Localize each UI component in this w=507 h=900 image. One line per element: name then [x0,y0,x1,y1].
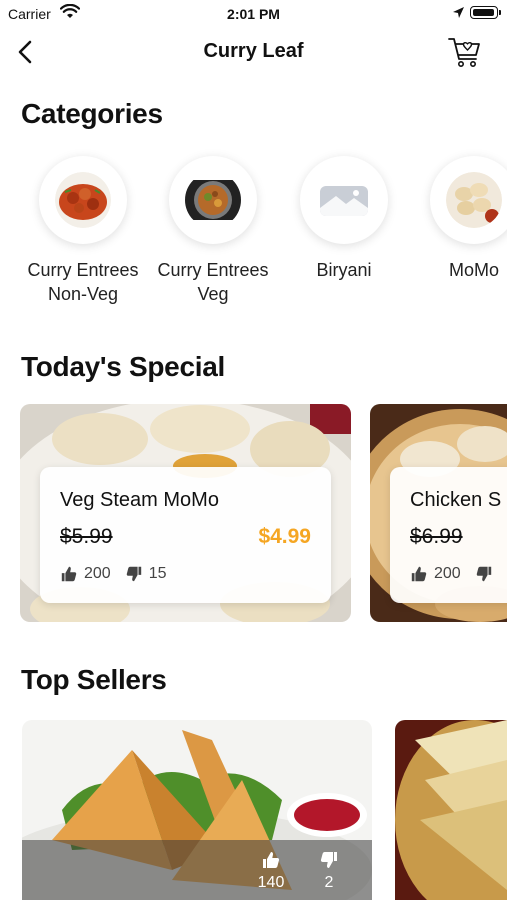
thumbs-down-icon[interactable] [475,565,493,583]
likes-count: 200 [84,565,111,582]
paratha-photo [395,720,507,900]
category-label: Biryani [316,260,372,280]
page-title: Curry Leaf [203,40,304,62]
category-curry-nonveg[interactable]: Curry Entrees Non-Veg [18,156,148,306]
category-thumb [169,156,257,244]
original-price: $6.99 [410,525,463,548]
dish-name: Veg Steam MoMo [60,489,219,511]
todays-special-heading: Today's Special [21,351,225,382]
cart-icon[interactable] [447,34,483,70]
seller-vote-bar: 140 2 [22,840,372,900]
top-seller-card[interactable]: 140 2 [22,720,372,900]
dislikes-count: 2 [324,874,334,891]
thumbs-up-icon[interactable] [410,565,428,583]
top-sellers-heading: Top Sellers [21,664,167,695]
battery-icon [470,6,498,19]
category-label: Curry Entrees Veg [157,260,269,304]
category-thumb [430,156,507,244]
dish-name: Chicken S [410,489,502,511]
vote-counts: 200 [410,565,493,583]
original-price: $5.99 [60,525,113,548]
category-curry-veg[interactable]: Curry Entrees Veg [148,156,278,306]
status-bar: Carrier 2:01 PM [0,0,507,30]
vote-counts: 200 15 [60,565,167,583]
special-info-panel: Chicken S $6.99 200 [390,467,507,603]
dislikes-count: 15 [148,565,167,582]
category-momo[interactable]: MoMo [409,156,507,282]
thumbs-up-icon[interactable] [261,850,281,870]
dislike-stat[interactable]: 2 [309,850,349,892]
top-seller-card[interactable] [395,720,507,900]
category-label: Curry Entrees Non-Veg [27,260,139,304]
clock-label: 2:01 PM [227,6,280,22]
special-card[interactable]: Veg Steam MoMo $5.99 $4.99 200 15 [20,404,351,622]
thumbs-up-icon[interactable] [60,565,78,583]
special-info-panel: Veg Steam MoMo $5.99 $4.99 200 15 [40,467,331,603]
location-arrow-icon [453,7,464,18]
category-label: MoMo [448,260,499,280]
categories-heading: Categories [21,98,163,129]
image-placeholder-icon [320,186,368,216]
likes-count: 140 [257,874,285,891]
like-stat[interactable]: 140 [251,850,291,892]
special-card[interactable]: Chicken S $6.99 200 [370,404,507,622]
category-thumb [39,156,127,244]
category-biryani[interactable]: Biryani [279,156,409,282]
likes-count: 200 [434,565,461,582]
battery-tip [499,10,501,15]
sale-price: $4.99 [258,525,311,548]
category-thumb [300,156,388,244]
thumbs-down-icon[interactable] [125,565,143,583]
momo-dish-image [446,172,502,228]
thumbs-down-icon[interactable] [319,850,339,870]
curry-dish-image [55,172,111,228]
veg-curry-image [185,180,241,220]
